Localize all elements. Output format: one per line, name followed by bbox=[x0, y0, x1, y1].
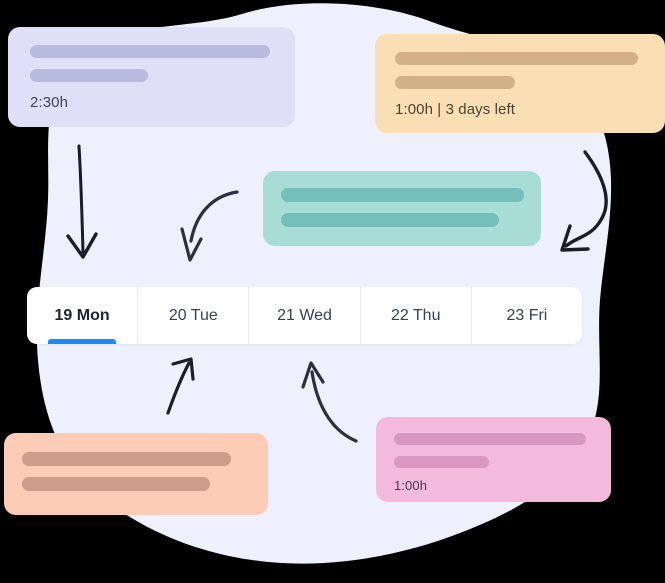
day-tab-label: 21 Wed bbox=[277, 306, 332, 324]
placeholder-bar bbox=[281, 213, 499, 227]
day-tab-label: 20 Tue bbox=[168, 306, 218, 324]
placeholder-bar bbox=[30, 69, 148, 82]
active-tab-underline bbox=[48, 339, 117, 344]
card-pink[interactable]: 1:00h bbox=[376, 417, 611, 502]
card-peach[interactable] bbox=[4, 433, 268, 515]
placeholder-bar bbox=[394, 433, 586, 445]
placeholder-bar bbox=[395, 76, 515, 89]
card-duration-label: 1:00h bbox=[394, 478, 428, 493]
day-tab-label: 22 Thu bbox=[390, 306, 441, 324]
day-tab-label: 19 Mon bbox=[54, 306, 110, 324]
placeholder-bar bbox=[22, 452, 231, 466]
placeholder-bar bbox=[395, 52, 638, 65]
day-tab-bar: 19 Mon 20 Tue 21 Wed 22 Thu 23 Fri bbox=[27, 287, 582, 344]
card-duration-label: 2:30h bbox=[30, 94, 69, 111]
card-orange[interactable]: 1:00h | 3 days left bbox=[375, 34, 665, 133]
placeholder-bar bbox=[30, 45, 270, 58]
card-lavender[interactable]: 2:30h bbox=[8, 27, 295, 127]
day-tab-22-thu[interactable]: 22 Thu bbox=[361, 287, 472, 344]
day-tab-20-tue[interactable]: 20 Tue bbox=[138, 287, 250, 344]
day-tab-19-mon[interactable]: 19 Mon bbox=[27, 287, 139, 344]
placeholder-bar bbox=[22, 477, 210, 491]
placeholder-bar bbox=[281, 188, 524, 202]
day-tab-21-wed[interactable]: 21 Wed bbox=[249, 287, 361, 344]
card-teal[interactable] bbox=[263, 171, 541, 246]
illustration-canvas: 2:30h 1:00h | 3 days left 1:00h 19 Mon 2… bbox=[0, 0, 665, 583]
day-tab-label: 23 Fri bbox=[506, 306, 548, 324]
placeholder-bar bbox=[394, 456, 489, 468]
card-duration-deadline-label: 1:00h | 3 days left bbox=[395, 101, 516, 118]
day-tab-23-fri[interactable]: 23 Fri bbox=[472, 287, 582, 344]
